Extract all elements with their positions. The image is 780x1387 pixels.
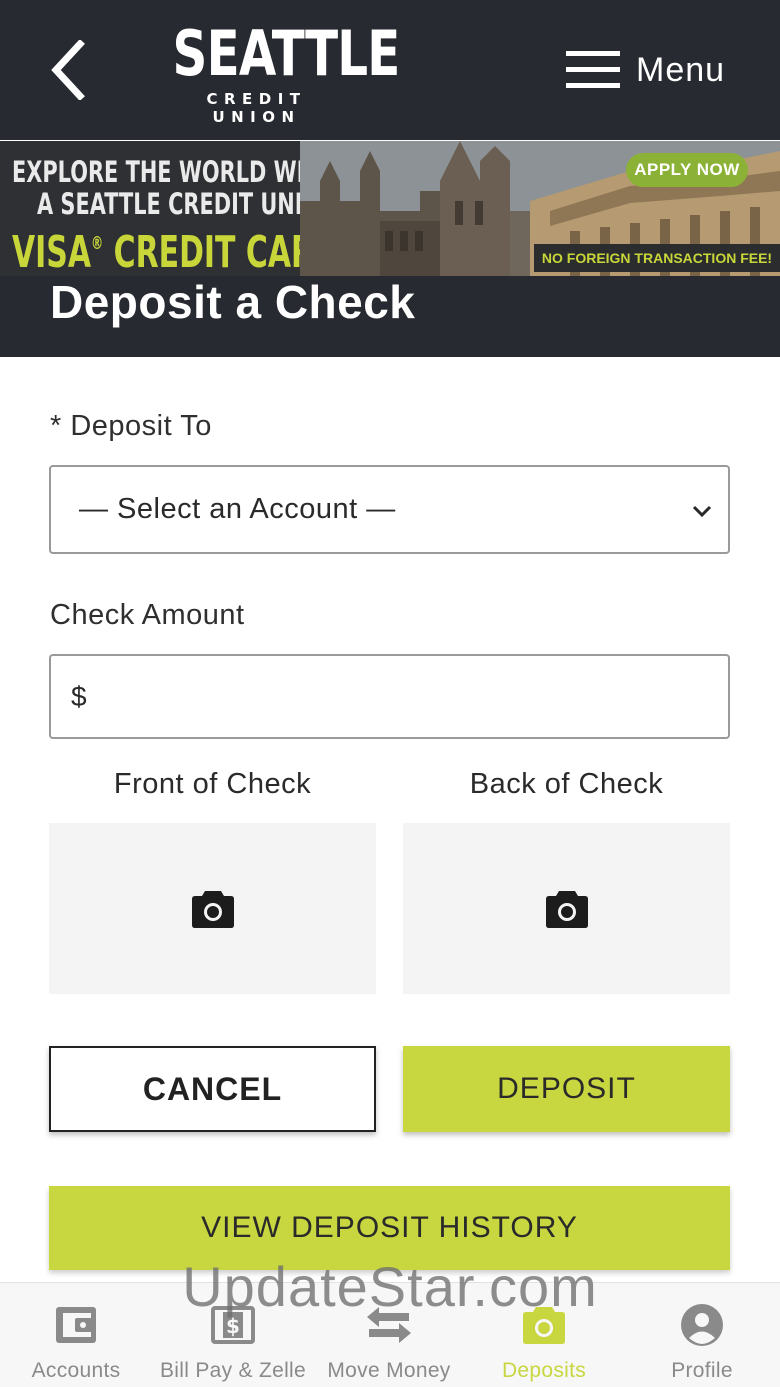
check-amount-field[interactable]: $: [49, 654, 730, 739]
tab-label: Accounts: [31, 1359, 121, 1382]
tab-move-money[interactable]: Move Money: [314, 1283, 464, 1387]
banner-line-2: A SEATTLE CREDIT UNION: [37, 187, 338, 221]
camera-icon: [191, 890, 234, 928]
seattle-credit-union-logo[interactable]: SEATTLE CREDIT UNION: [150, 17, 401, 127]
check-amount-input[interactable]: [94, 680, 695, 713]
camera-icon: [523, 1307, 565, 1344]
page-title-bar: Deposit a Check: [0, 276, 780, 357]
account-select[interactable]: — Select an Account —: [49, 465, 730, 554]
cancel-button[interactable]: CANCEL: [49, 1046, 376, 1132]
view-deposit-history-button[interactable]: VIEW DEPOSIT HISTORY: [49, 1186, 730, 1270]
tab-label: Move Money: [327, 1359, 451, 1382]
svg-text:$: $: [226, 1314, 240, 1338]
deposit-to-label: * Deposit To: [50, 410, 212, 442]
check-amount-label: Check Amount: [50, 599, 245, 631]
camera-icon: [545, 890, 588, 928]
app-header: SEATTLE CREDIT UNION Menu: [0, 0, 780, 140]
tab-label: Bill Pay & Zelle: [159, 1359, 307, 1382]
bottom-tab-bar: Accounts $ Bill Pay & Zelle Move Money D…: [0, 1282, 780, 1387]
deposit-button[interactable]: DEPOSIT: [403, 1046, 730, 1132]
menu-button[interactable]: Menu: [566, 44, 725, 96]
banner-line-3: VISA® CREDIT CARD: [12, 227, 339, 276]
logo-wordmark: SEATTLE: [172, 17, 401, 90]
page-title: Deposit a Check: [50, 276, 416, 328]
chevron-left-icon: [51, 40, 85, 100]
banner-line-1: EXPLORE THE WORLD WITH: [12, 155, 337, 189]
chevron-down-icon: [692, 505, 712, 518]
tab-label: Profile: [671, 1359, 733, 1382]
transfer-arrows-icon: [367, 1307, 411, 1343]
tab-bill-pay-zelle[interactable]: $ Bill Pay & Zelle: [152, 1283, 314, 1387]
tab-accounts[interactable]: Accounts: [0, 1283, 152, 1387]
tab-label: Deposits: [501, 1359, 587, 1382]
banner-fee-note: NO FOREIGN TRANSACTION FEE!: [534, 244, 780, 272]
banner-text: EXPLORE THE WORLD WITH A SEATTLE CREDIT …: [0, 141, 339, 276]
apply-now-button[interactable]: APPLY NOW: [626, 153, 748, 187]
promo-banner[interactable]: EXPLORE THE WORLD WITH A SEATTLE CREDIT …: [0, 141, 780, 276]
person-icon: [681, 1304, 723, 1346]
menu-label: Menu: [636, 50, 726, 89]
currency-prefix: $: [71, 680, 87, 712]
hamburger-icon: [566, 51, 620, 88]
back-button[interactable]: [40, 38, 96, 102]
tab-deposits[interactable]: Deposits: [464, 1283, 624, 1387]
back-check-capture[interactable]: [403, 823, 730, 994]
logo-subtitle: CREDIT UNION: [206, 90, 307, 126]
back-of-check-label: Back of Check: [469, 768, 664, 800]
wallet-icon: [56, 1307, 96, 1343]
bill-icon: $: [211, 1306, 255, 1344]
front-check-capture[interactable]: [49, 823, 376, 994]
account-select-value: — Select an Account —: [79, 493, 396, 525]
front-of-check-label: Front of Check: [113, 768, 312, 800]
tab-profile[interactable]: Profile: [624, 1283, 780, 1387]
